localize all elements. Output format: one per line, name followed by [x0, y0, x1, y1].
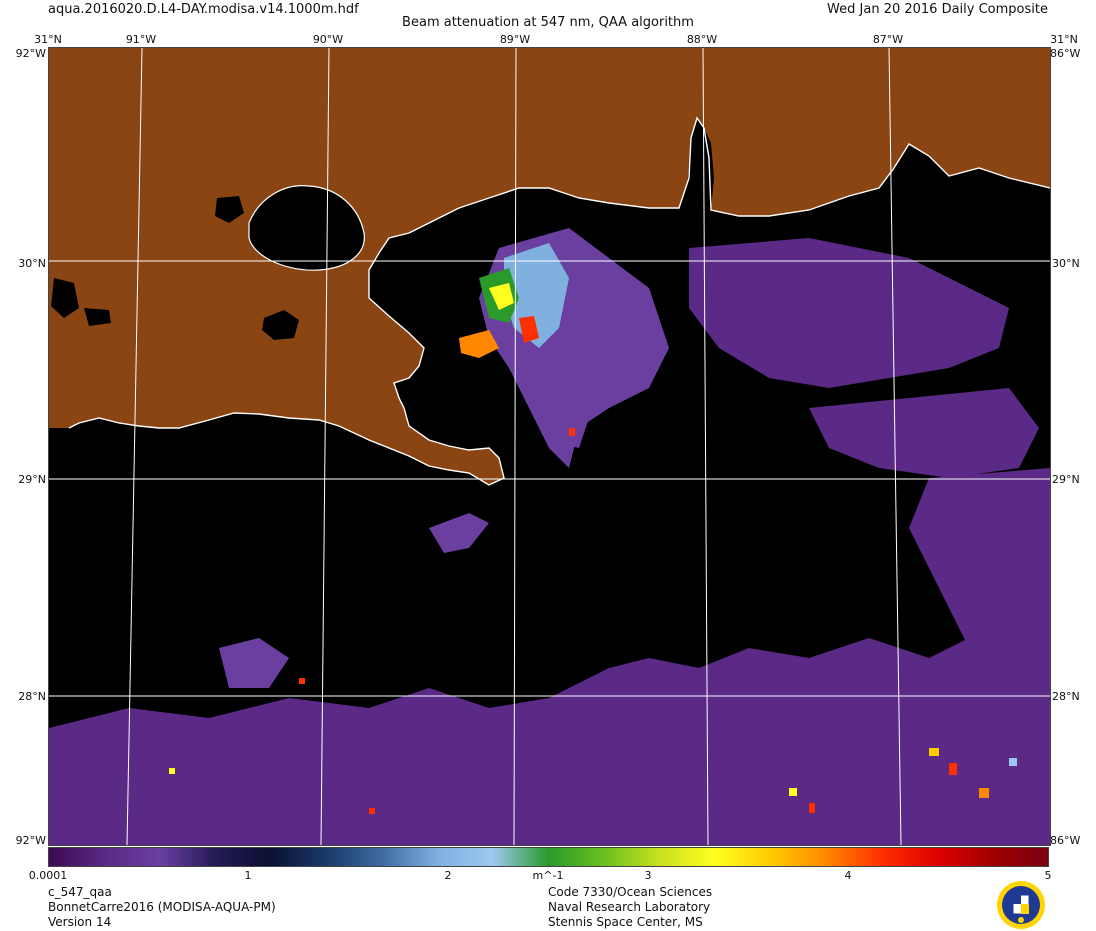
hot-pixel	[569, 428, 575, 436]
lon-label-90w: 90°W	[312, 33, 344, 46]
lat-label-30n-left: 30°N	[18, 257, 46, 270]
lon-label-89w: 89°W	[499, 33, 531, 46]
corner-label-top-right: 31°N	[1050, 33, 1078, 46]
hot-pixel	[299, 678, 305, 684]
footer-org-location: Stennis Space Center, MS	[548, 915, 703, 929]
footer-product: c_547_qaa	[48, 885, 112, 899]
colorbar	[48, 847, 1049, 867]
footer-dataset: BonnetCarre2016 (MODISA-AQUA-PM)	[48, 900, 276, 914]
hot-pixel	[979, 788, 989, 798]
hot-pixel	[929, 748, 939, 756]
map-canvas	[49, 48, 1050, 845]
corner-label-top-left: 31°N	[34, 33, 62, 46]
hot-pixel	[369, 808, 375, 814]
lat-label-28n-right: 28°N	[1052, 690, 1080, 703]
footer-version: Version 14	[48, 915, 112, 929]
footer-org-code: Code 7330/Ocean Sciences	[548, 885, 713, 899]
colorbar-unit: m^-1	[532, 869, 564, 882]
lat-label-30n-right: 30°N	[1052, 257, 1080, 270]
corner-label-left-top: 92°W	[15, 47, 46, 60]
hot-pixel	[949, 763, 957, 775]
corner-label-right-top: 86°W	[1050, 47, 1081, 60]
satellite-map	[48, 47, 1051, 846]
lat-label-29n-right: 29°N	[1052, 473, 1080, 486]
corner-label-right-bottom: 86°W	[1050, 834, 1081, 847]
file-name: aqua.2016020.D.L4-DAY.modisa.v14.1000m.h…	[48, 2, 359, 17]
date-label: Wed Jan 20 2016 Daily Composite	[827, 2, 1048, 17]
colorbar-min-label: 0.0001	[28, 869, 68, 882]
hot-pixel	[169, 768, 175, 774]
hot-pixel	[789, 788, 797, 796]
colorbar-tick-4: 4	[844, 869, 852, 882]
nrl-seal-logo	[997, 881, 1045, 929]
colorbar-tick-3: 3	[644, 869, 652, 882]
colorbar-tick-1: 1	[244, 869, 252, 882]
corner-label-left-bottom: 92°W	[15, 834, 46, 847]
lat-label-28n-left: 28°N	[18, 690, 46, 703]
colorbar-tick-2: 2	[444, 869, 452, 882]
lon-label-88w: 88°W	[686, 33, 718, 46]
footer-org-name: Naval Research Laboratory	[548, 900, 711, 914]
lon-label-87w: 87°W	[872, 33, 904, 46]
map-title: Beam attenuation at 547 nm, QAA algorith…	[402, 15, 694, 30]
lon-label-91w: 91°W	[125, 33, 157, 46]
hot-pixel	[1009, 758, 1017, 766]
hot-pixel	[809, 803, 815, 813]
lat-label-29n-left: 29°N	[18, 473, 46, 486]
